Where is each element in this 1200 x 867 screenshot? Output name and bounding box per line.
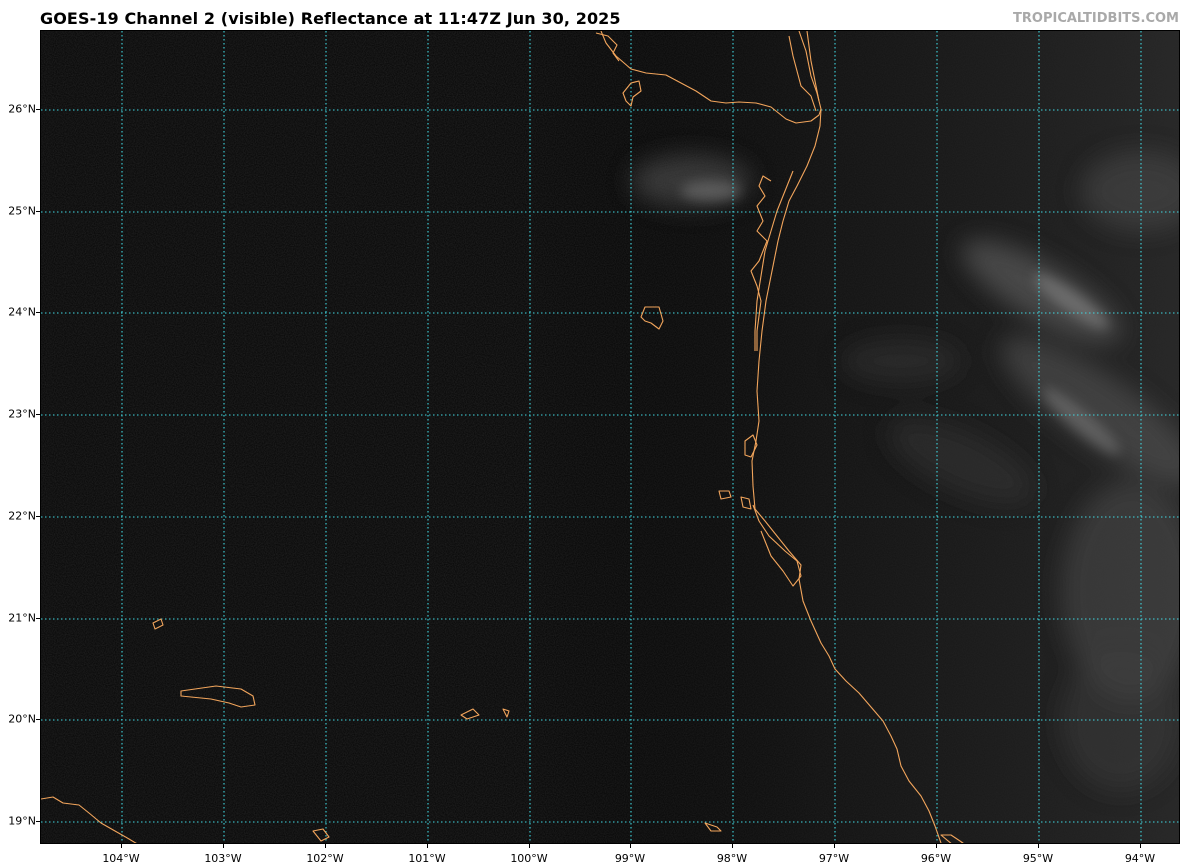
lat-label-24n: 24°N [8,305,36,319]
lat-label-19n: 19°N [8,814,36,828]
satellite-svg [41,31,1179,843]
lat-label-22n: 22°N [8,509,36,523]
lon-tick [1038,844,1039,848]
lon-tick [732,844,733,848]
lon-label-101w: 101°W [408,852,446,865]
lat-tick [36,618,40,619]
lon-label-95w: 95°W [1022,852,1054,865]
lon-tick [834,844,835,848]
lon-tick [1140,844,1141,848]
lat-label-26n: 26°N [8,102,36,116]
lon-label-104w: 104°W [102,852,140,865]
lat-tick [36,516,40,517]
lat-tick [36,109,40,110]
lat-tick [36,211,40,212]
lon-tick [529,844,530,848]
lat-tick [36,719,40,720]
lon-label-96w: 96°W [920,852,952,865]
lon-label-102w: 102°W [306,852,344,865]
lon-label-100w: 100°W [510,852,548,865]
lat-tick [36,821,40,822]
lat-label-23n: 23°N [8,407,36,421]
lon-tick [936,844,937,848]
lat-tick [36,414,40,415]
lon-label-99w: 99°W [614,852,646,865]
lon-tick [121,844,122,848]
lon-tick [223,844,224,848]
lat-label-21n: 21°N [8,611,36,625]
satellite-image [40,30,1180,844]
lon-tick [630,844,631,848]
lon-label-98w: 98°W [716,852,748,865]
lat-label-25n: 25°N [8,204,36,218]
lat-tick [36,312,40,313]
map-title: GOES-19 Channel 2 (visible) Reflectance … [40,9,621,28]
lon-label-103w: 103°W [204,852,242,865]
lat-label-20n: 20°N [8,712,36,726]
lon-label-97w: 97°W [818,852,850,865]
lon-tick [325,844,326,848]
lon-label-94w: 94°W [1124,852,1156,865]
lon-tick [427,844,428,848]
site-watermark: TROPICALTIDBITS.COM [1013,11,1179,26]
